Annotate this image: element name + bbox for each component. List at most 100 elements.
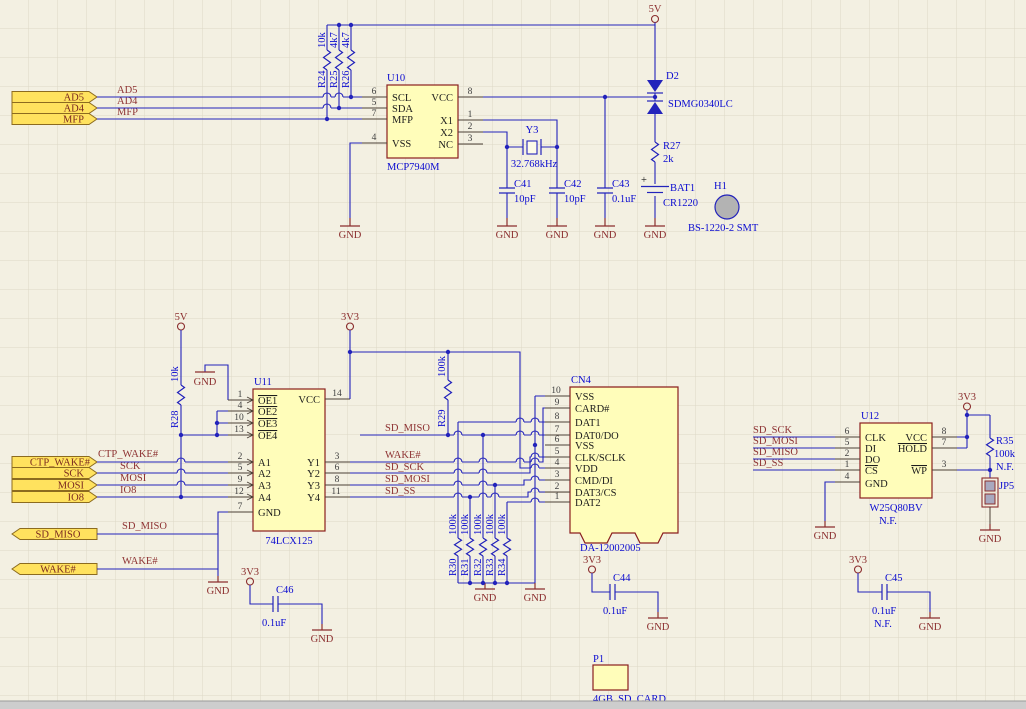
resistor-ref: R29 <box>437 409 448 427</box>
pin-number: 6 <box>372 87 377 97</box>
pin-number: 12 <box>234 487 244 497</box>
pin-number: 3 <box>555 470 560 480</box>
pin-name: OE3 <box>258 419 277 430</box>
gnd-label: GND <box>919 622 942 633</box>
net-label-sd-ss: SD_SS <box>385 486 416 497</box>
gnd-label: GND <box>339 230 362 241</box>
port-mosi[interactable]: MOSI <box>12 480 97 492</box>
pin-name: GND <box>258 508 281 519</box>
pin-number: 3 <box>468 134 473 144</box>
power-label: 3V3 <box>241 567 259 578</box>
pin-name: MFP <box>392 115 413 126</box>
resistor-value: 100k <box>448 513 459 535</box>
port-ad4[interactable]: AD4 <box>12 103 97 115</box>
pin-name: Y2 <box>307 469 320 480</box>
pin-number: 1 <box>238 390 243 400</box>
pin-number: 3 <box>335 452 340 462</box>
pin-number: 9 <box>555 398 560 408</box>
cap-value: 0.1uF <box>872 606 896 617</box>
gnd-label: GND <box>647 622 670 633</box>
part-number: W25Q80BV <box>869 503 922 514</box>
not-fitted-flag: N.F. <box>874 619 892 630</box>
pin-number: 8 <box>555 412 560 422</box>
power-label: 3V3 <box>341 312 359 323</box>
pin-name: OE1 <box>258 396 277 407</box>
net-label-f-sck: SD_SCK <box>753 425 793 436</box>
resistor-value: 100k <box>460 513 471 535</box>
power-label: 5V <box>175 312 188 323</box>
pin-name: DI <box>865 444 877 455</box>
pin-name: X2 <box>440 128 453 139</box>
pin-name: A1 <box>258 458 271 469</box>
pin-name: VSS <box>392 139 411 150</box>
pin-number: 1 <box>468 110 473 120</box>
net-label-sd-sck: SD_SCK <box>385 462 425 473</box>
port-label: IO8 <box>68 493 84 504</box>
pin-number: 6 <box>555 435 560 445</box>
port-ctp-wake[interactable]: CTP_WAKE# <box>12 457 97 469</box>
net-label-sck: SCK <box>120 461 141 472</box>
resistor-value: 4k7 <box>341 32 352 48</box>
pin-name: A3 <box>258 481 271 492</box>
pin-name: SDA <box>392 104 413 115</box>
pin-name: Y1 <box>307 458 320 469</box>
designator: U12 <box>861 411 879 422</box>
sheet-edge-strip <box>0 701 1026 709</box>
pin-name: NC <box>438 140 453 151</box>
resistor-value: 10k <box>170 366 181 383</box>
pin-number: 10 <box>551 386 561 396</box>
pin-name: Y4 <box>307 493 321 504</box>
gnd-label: GND <box>644 230 667 241</box>
schematic-sheet: AD5 AD4 MFP AD5 AD4 MFP 10k R24 4k7 R25 … <box>0 0 1026 709</box>
pin-number: 4 <box>845 472 850 482</box>
pin-number: 14 <box>332 389 342 399</box>
part-number: DA-12002005 <box>580 543 641 554</box>
port-mfp[interactable]: MFP <box>12 114 97 126</box>
port-wake[interactable]: WAKE# <box>12 564 97 576</box>
power-label: 3V3 <box>849 555 867 566</box>
pin-name: VCC <box>905 433 927 444</box>
designator: U11 <box>254 377 272 388</box>
resistor-ref: R33 <box>485 558 496 576</box>
pin-number: 11 <box>331 487 340 497</box>
net-label-ad5: AD5 <box>117 85 137 96</box>
part-number: CR1220 <box>663 198 698 209</box>
schematic-canvas[interactable]: AD5 AD4 MFP AD5 AD4 MFP 10k R24 4k7 R25 … <box>0 0 1026 709</box>
gnd-label: GND <box>474 593 497 604</box>
designator: C41 <box>514 179 532 190</box>
pin-name: HOLD <box>898 444 928 455</box>
crystal-frequency: 32.768kHz <box>511 159 558 170</box>
pin-name: CS <box>865 466 878 477</box>
pin-number: 6 <box>335 463 340 473</box>
pin-name: VSS <box>575 392 594 403</box>
pin-name: A2 <box>258 469 271 480</box>
net-label-ctp-wake: CTP_WAKE# <box>98 449 159 460</box>
port-sd-miso[interactable]: SD_MISO <box>12 529 97 541</box>
resistor-value: 100k <box>473 513 484 535</box>
pin-number: 7 <box>555 425 560 435</box>
pin-number: 6 <box>845 427 850 437</box>
designator: Y3 <box>526 125 539 136</box>
designator: CN4 <box>571 375 592 386</box>
pin-number: 8 <box>942 427 947 437</box>
pin-number: 5 <box>238 463 243 473</box>
pin-name: VDD <box>575 464 598 475</box>
port-ad5[interactable]: AD5 <box>12 92 97 104</box>
pin-number: 4 <box>372 133 377 143</box>
designator: U10 <box>387 73 405 84</box>
pin-name: OE2 <box>258 407 277 418</box>
resistor-value: 100k <box>994 449 1016 460</box>
port-label: MOSI <box>58 481 85 492</box>
cap-value: 10pF <box>564 194 586 205</box>
gnd-label: GND <box>524 593 547 604</box>
pin-name: X1 <box>440 116 453 127</box>
pin-number: 2 <box>555 482 560 492</box>
pin-name: WP <box>911 466 927 477</box>
port-sck[interactable]: SCK <box>12 468 97 480</box>
port-label: MFP <box>63 115 84 126</box>
port-io8[interactable]: IO8 <box>12 492 97 504</box>
sheet-background <box>0 0 1026 709</box>
pin-number: 8 <box>468 87 473 97</box>
pin-number: 3 <box>942 460 947 470</box>
pin-number: 4 <box>555 458 560 468</box>
